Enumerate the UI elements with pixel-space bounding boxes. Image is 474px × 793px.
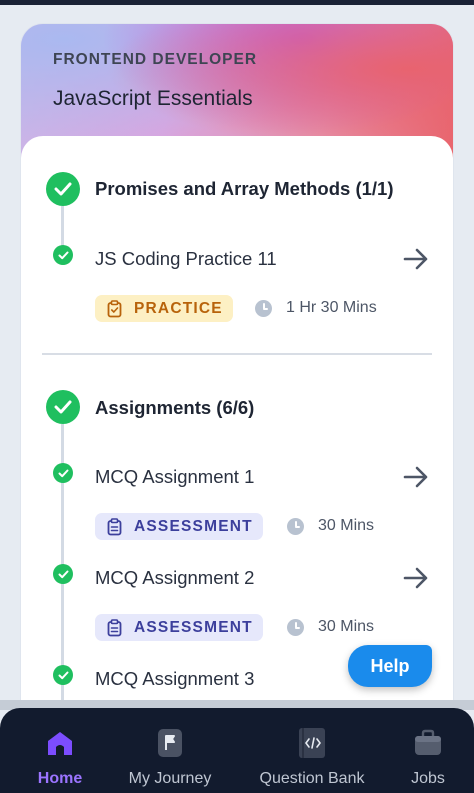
duration-text: 30 Mins [318, 618, 375, 635]
tag-label: ASSESSMENT [134, 517, 253, 535]
duration: 1 Hr 30 Mins [255, 299, 377, 317]
home-icon [44, 727, 76, 759]
duration-text: 30 Mins [318, 517, 375, 534]
nav-item-my-journey[interactable]: My Journey [122, 708, 218, 793]
help-button[interactable]: Help [348, 645, 432, 687]
practice-tag: PRACTICE [95, 295, 233, 322]
open-arrow-icon[interactable] [402, 247, 430, 271]
section-divider [42, 353, 432, 355]
item-title[interactable]: MCQ Assignment 2 [95, 567, 254, 589]
flag-icon [154, 727, 186, 759]
clock-icon [287, 618, 304, 636]
clock-icon [287, 517, 304, 535]
nav-label: Home [37, 770, 83, 787]
assessment-tag: ASSESSMENT [95, 513, 263, 540]
briefcase-icon [412, 727, 444, 759]
open-arrow-icon[interactable] [402, 465, 430, 489]
item-title[interactable]: MCQ Assignment 3 [95, 668, 254, 690]
status-strip [0, 0, 474, 5]
course-title: JavaScript Essentials [53, 87, 253, 110]
tag-label: PRACTICE [134, 299, 223, 317]
duration: 30 Mins [287, 618, 374, 636]
code-book-icon [296, 727, 328, 759]
nav-label: Jobs [411, 770, 445, 787]
course-track: FRONTEND DEVELOPER [53, 51, 258, 68]
duration-text: 1 Hr 30 Mins [286, 299, 377, 316]
item-title[interactable]: JS Coding Practice 11 [95, 248, 277, 270]
section-complete-check-icon [46, 172, 80, 206]
bottom-navigation: Home My Journey Question Bank Jobs [0, 708, 474, 793]
section-complete-check-icon [46, 390, 80, 424]
item-complete-check-icon [53, 564, 73, 584]
duration: 30 Mins [287, 517, 374, 535]
nav-item-home[interactable]: Home [30, 708, 90, 793]
clipboard-list-icon [107, 517, 122, 535]
nav-label: My Journey [128, 770, 212, 787]
tag-label: ASSESSMENT [134, 618, 253, 636]
item-complete-check-icon [53, 665, 73, 685]
section-title[interactable]: Assignments (6/6) [95, 397, 254, 419]
nav-label: Question Bank [259, 770, 365, 787]
open-arrow-icon[interactable] [402, 566, 430, 590]
nav-item-question-bank[interactable]: Question Bank [252, 708, 372, 793]
clock-icon [255, 299, 272, 317]
item-complete-check-icon [53, 245, 73, 265]
item-title[interactable]: MCQ Assignment 1 [95, 466, 254, 488]
assessment-tag: ASSESSMENT [95, 614, 263, 641]
item-complete-check-icon [53, 463, 73, 483]
clipboard-list-icon [107, 618, 122, 636]
section-title[interactable]: Promises and Array Methods (1/1) [95, 178, 393, 200]
clipboard-icon [107, 299, 122, 317]
nav-item-jobs[interactable]: Jobs [400, 708, 456, 793]
